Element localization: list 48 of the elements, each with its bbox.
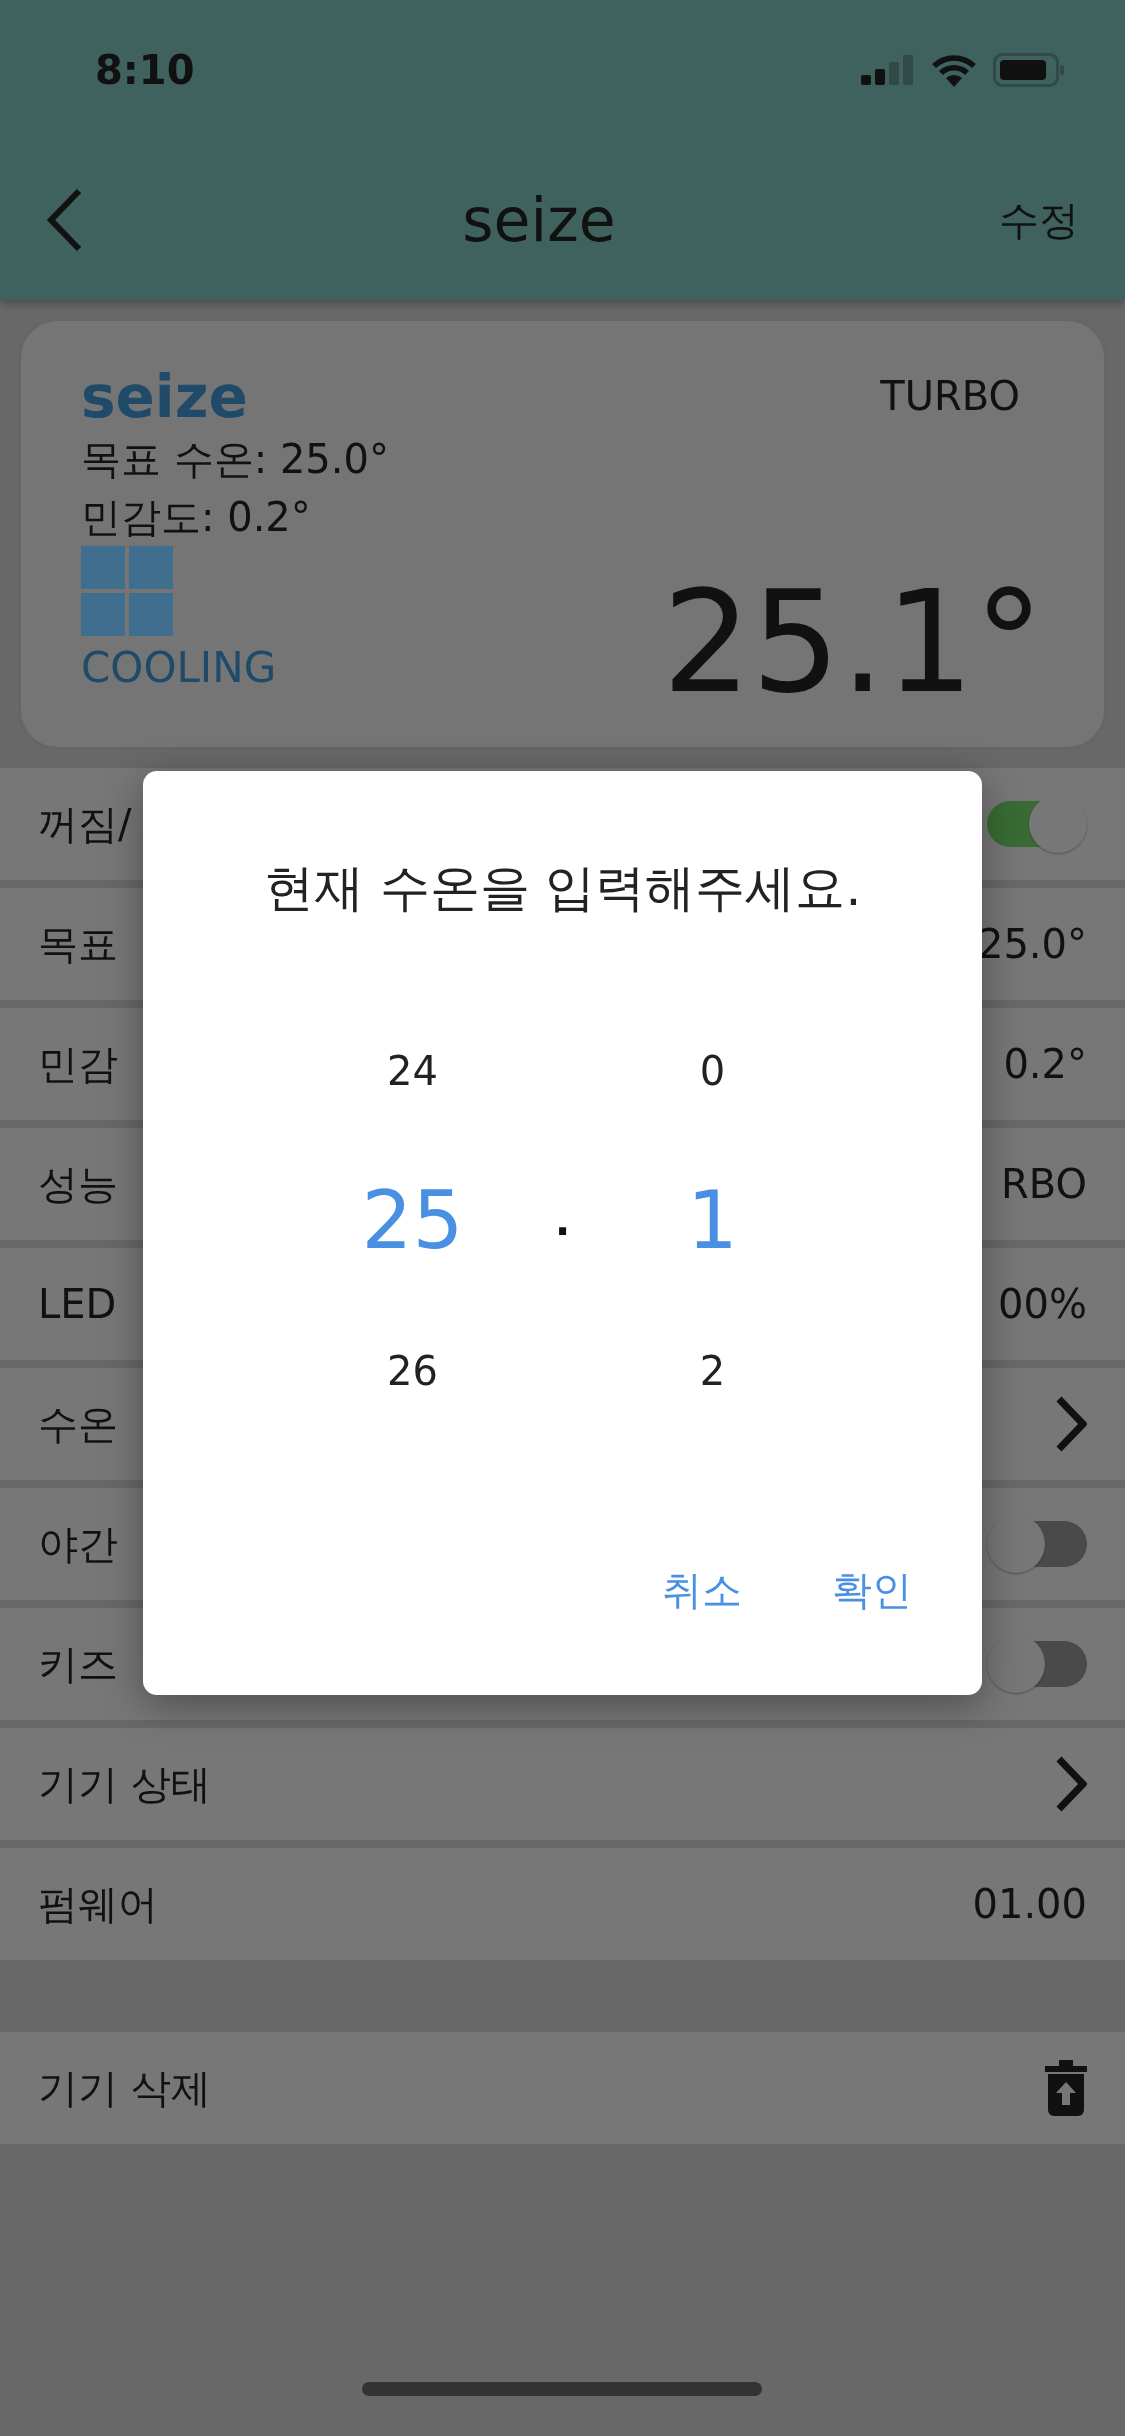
setting-label: 민감 xyxy=(38,1040,118,1089)
setting-label: 꺼짐/ xyxy=(38,800,132,849)
picker-option[interactable]: 26 xyxy=(387,1341,438,1401)
delete-row[interactable]: 기기 삭제 xyxy=(0,2032,1125,2144)
trash-icon xyxy=(1045,2060,1087,2116)
delete-label: 기기 삭제 xyxy=(38,2064,211,2113)
performance-label: TURBO xyxy=(880,372,1020,421)
picker-option[interactable]: 24 xyxy=(387,1041,438,1101)
setting-label: 성능 xyxy=(38,1160,118,1209)
setting-label: 펌웨어 xyxy=(38,1880,158,1929)
edit-button[interactable]: 수정 xyxy=(993,189,1085,251)
setting-label: LED xyxy=(38,1280,117,1329)
screen-title: seize xyxy=(462,184,616,257)
sensitivity: 민감도: 0.2° xyxy=(81,492,312,542)
setting-value: 01.00 xyxy=(972,1880,1087,1929)
status-time: 8:10 xyxy=(95,46,195,95)
toggle-switch[interactable] xyxy=(987,1635,1087,1693)
target-temperature: 목표 수온: 25.0° xyxy=(81,434,389,484)
battery-icon xyxy=(993,53,1065,87)
device-name: seize xyxy=(81,366,249,430)
setting-label: 목표 xyxy=(38,920,118,969)
picker-option[interactable]: 1 xyxy=(687,1161,738,1281)
chevron-right-icon xyxy=(1055,1396,1087,1452)
settings-row[interactable]: 기기 상태 xyxy=(0,1728,1125,1840)
settings-row[interactable]: 펌웨어 01.00 xyxy=(0,1848,1125,1960)
setting-value: RBO xyxy=(1001,1160,1087,1209)
toggle-switch[interactable] xyxy=(987,795,1087,853)
dialog-title: 현재 수온을 입력해주세요. xyxy=(262,858,863,919)
picker-option[interactable]: 25 xyxy=(361,1161,464,1281)
current-temperature: 25.1° xyxy=(662,573,1044,713)
toggle-switch[interactable] xyxy=(987,1515,1087,1573)
cancel-button[interactable]: 취소 xyxy=(662,1556,742,1624)
grid-icon xyxy=(81,545,173,636)
setting-label: 기기 상태 xyxy=(38,1760,211,1809)
signal-icon xyxy=(861,55,915,85)
mode-label: COOLING xyxy=(81,641,278,694)
setting-value: 0.2° xyxy=(1003,1040,1087,1089)
setting-label: 키즈 xyxy=(38,1640,118,1689)
picker-option[interactable]: 2 xyxy=(699,1341,726,1401)
chevron-right-icon xyxy=(1055,1756,1087,1812)
decimal-point: . xyxy=(554,1197,571,1246)
setting-label: 수온 xyxy=(38,1400,118,1449)
setting-value: 00% xyxy=(998,1280,1087,1329)
picker-option[interactable]: 0 xyxy=(699,1041,726,1101)
confirm-button[interactable]: 확인 xyxy=(832,1556,912,1624)
setting-label: 야간 xyxy=(38,1520,118,1569)
wifi-icon xyxy=(931,53,977,87)
setting-value: 25.0° xyxy=(977,920,1087,969)
